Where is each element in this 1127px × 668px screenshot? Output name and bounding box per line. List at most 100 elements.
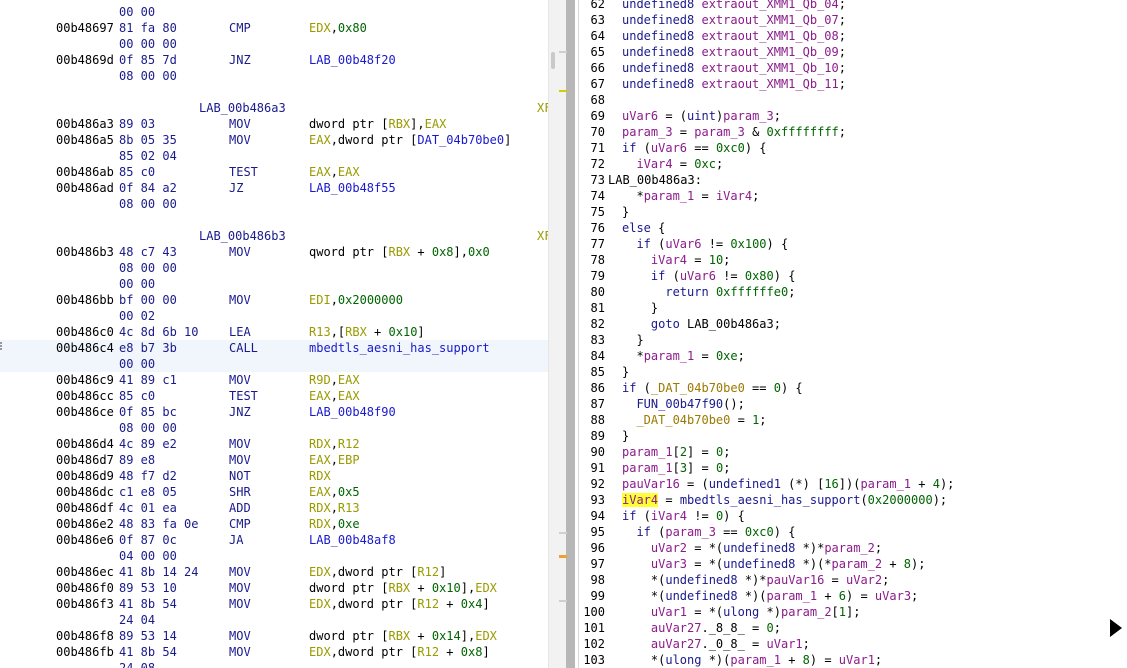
- decompiler-code[interactable]: uVar2 = *(undefined8 *)*param_2;: [622, 540, 882, 556]
- decompiler-line[interactable]: 78 iVar4 = 10;: [579, 252, 1127, 268]
- listing-operand[interactable]: EAX,EAX: [309, 164, 360, 180]
- decompiler-line[interactable]: 91 param_1[3] = 0;: [579, 460, 1127, 476]
- listing-row[interactable]: 08 00 00: [0, 260, 548, 276]
- pane-divider[interactable]: [566, 0, 575, 668]
- listing-operand[interactable]: R9D,EAX: [309, 372, 360, 388]
- decompiler-line[interactable]: 96 uVar2 = *(undefined8 *)*param_2;: [579, 540, 1127, 556]
- decompiler-code[interactable]: param_1[2] = 0;: [622, 444, 730, 460]
- decompiler-line[interactable]: 74 *param_1 = iVar4;: [579, 188, 1127, 204]
- decompiler-line[interactable]: 76 else {: [579, 220, 1127, 236]
- decompiler-code[interactable]: if (uVar6 != 0x100) {: [622, 236, 788, 252]
- decompiler-line[interactable]: 77 if (uVar6 != 0x100) {: [579, 236, 1127, 252]
- decompiler-line[interactable]: 92 pauVar16 = (undefined1 (*) [16])(param…: [579, 476, 1127, 492]
- listing-row[interactable]: 04 00 00: [0, 548, 548, 564]
- decompiler-line[interactable]: 72 iVar4 = 0xc;: [579, 156, 1127, 172]
- listing-row[interactable]: 08 00 00: [0, 68, 548, 84]
- listing-operand[interactable]: EAX,EAX: [309, 388, 360, 404]
- decompiler-line[interactable]: 102 auVar27._0_8_ = uVar1;: [579, 636, 1127, 652]
- listing-row[interactable]: 00b486c4 e8 b7 3b CALL mbedtls_aesni_has_su…: [0, 340, 548, 356]
- decompiler-line[interactable]: 64 undefined8 extraout_XMM1_Qb_08;: [579, 28, 1127, 44]
- decompiler-code[interactable]: }: [622, 300, 658, 316]
- decompiler-line[interactable]: 83 }: [579, 332, 1127, 348]
- decompiler-code[interactable]: if (param_3 == 0xc0) {: [622, 524, 795, 540]
- listing-row[interactable]: 00 00: [0, 4, 548, 20]
- decompiler-line[interactable]: 85}: [579, 364, 1127, 380]
- listing-row[interactable]: 00b486df 4c 01 ea ADD RDX,R13: [0, 500, 548, 516]
- decompiler-line[interactable]: 62 undefined8 extraout_XMM1_Qb_04;: [579, 0, 1127, 12]
- decompiler-code[interactable]: *(undefined8 *)*pauVar16 = uVar2;: [622, 572, 889, 588]
- listing-operand[interactable]: EAX,0x5: [309, 484, 360, 500]
- listing-row[interactable]: 00b486ec 41 8b 14 24 MOV EDX,dword ptr [R12…: [0, 564, 548, 580]
- decompiler-code[interactable]: FUN_00b47f90();: [622, 396, 744, 412]
- decompiler-code[interactable]: *(ulong *)(param_1 + 8) = uVar1;: [622, 652, 882, 668]
- decompiler-code[interactable]: if (iVar4 != 0) {: [622, 508, 745, 524]
- listing-operand[interactable]: LAB_00b48af8: [309, 532, 396, 548]
- decompiler-code[interactable]: undefined8 extraout_XMM1_Qb_04;: [622, 0, 846, 12]
- listing-row[interactable]: 00b486ab 85 c0 TEST EAX,EAX: [0, 164, 548, 180]
- decompiler-line[interactable]: 101 auVar27._8_8_ = 0;: [579, 620, 1127, 636]
- listing-row[interactable]: 00b486ad 0f 84 a2 JZ LAB_00b48f55: [0, 180, 548, 196]
- listing-operand[interactable]: LAB_00b48f20: [309, 52, 396, 68]
- listing-operand[interactable]: R13,[RBX + 0x10]: [309, 324, 425, 340]
- listing-row[interactable]: 00b486d4 4c 89 e2 MOV RDX,R12: [0, 436, 548, 452]
- decompiler-line[interactable]: 87 FUN_00b47f90();: [579, 396, 1127, 412]
- decompiler-line[interactable]: 95 if (param_3 == 0xc0) {: [579, 524, 1127, 540]
- decompiler-line[interactable]: 88 _DAT_04b70be0 = 1;: [579, 412, 1127, 428]
- listing-row[interactable]: [0, 84, 548, 100]
- listing-operand[interactable]: RDX: [309, 468, 331, 484]
- decompiler-line[interactable]: 103 *(ulong *)(param_1 + 8) = uVar1;: [579, 652, 1127, 668]
- listing-label-row[interactable]: LAB_00b486b3 XF: [0, 228, 548, 244]
- decompiler-line[interactable]: 89}: [579, 428, 1127, 444]
- listing-row[interactable]: 00 02: [0, 308, 548, 324]
- decompiler-code[interactable]: }: [622, 204, 629, 220]
- decompiler-line[interactable]: 86 if (_DAT_04b70be0 == 0) {: [579, 380, 1127, 396]
- decompiler-code[interactable]: auVar27._0_8_ = uVar1;: [622, 636, 810, 652]
- decompiler-code[interactable]: uVar3 = *(undefined8 *)(*param_2 + 8);: [622, 556, 926, 572]
- decompiler-line[interactable]: 69 uVar6 = (uint)param_3;: [579, 108, 1127, 124]
- listing-row[interactable]: 00b486e6 0f 87 0c JA LAB_00b48af8: [0, 532, 548, 548]
- listing-row[interactable]: 00b486d7 89 e8 MOV EAX,EBP: [0, 452, 548, 468]
- decompiler-code[interactable]: undefined8 extraout_XMM1_Qb_07;: [622, 12, 846, 28]
- listing-scrollbar-thumb[interactable]: [551, 52, 555, 69]
- decompiler-view[interactable]: 62 undefined8 extraout_XMM1_Qb_04; 63 undef…: [578, 0, 1127, 668]
- listing-operand[interactable]: EDX,dword ptr [R12 + 0x8]: [309, 644, 490, 660]
- decompiler-code[interactable]: undefined8 extraout_XMM1_Qb_11;: [622, 76, 846, 92]
- decompiler-code[interactable]: return 0xffffffe0;: [622, 284, 795, 300]
- decompiler-line[interactable]: 98 *(undefined8 *)*pauVar16 = uVar2;: [579, 572, 1127, 588]
- decompiler-code[interactable]: uVar1 = *(ulong *)param_2[1];: [622, 604, 861, 620]
- listing-operand[interactable]: EDX,0x80: [309, 20, 367, 36]
- listing-row[interactable]: 00b486f3 41 8b 54 MOV EDX,dword ptr [R12 + …: [0, 596, 548, 612]
- listing-row[interactable]: 24 08: [0, 660, 548, 668]
- decompiler-code[interactable]: }: [622, 428, 629, 444]
- listing-operand[interactable]: LAB_00b48f55: [309, 180, 396, 196]
- listing-operand[interactable]: EDI,0x2000000: [309, 292, 403, 308]
- decompiler-code[interactable]: uVar6 = (uint)param_3;: [622, 108, 781, 124]
- listing-row[interactable]: 00b486d9 48 f7 d2 NOT RDX: [0, 468, 548, 484]
- decompiler-code[interactable]: auVar27._8_8_ = 0;: [622, 620, 781, 636]
- listing-operand[interactable]: RDX,R12: [309, 436, 360, 452]
- listing-operand[interactable]: EAX,dword ptr [DAT_04b70be0]: [309, 132, 511, 148]
- listing-row[interactable]: 00b486bb bf 00 00 MOV EDI,0x2000000: [0, 292, 548, 308]
- decompiler-code[interactable]: }: [622, 332, 643, 348]
- decompiler-code[interactable]: if (_DAT_04b70be0 == 0) {: [622, 380, 803, 396]
- listing-row[interactable]: 00 00: [0, 276, 548, 292]
- listing-operand[interactable]: RDX,R13: [309, 500, 360, 516]
- decompiler-code[interactable]: if (uVar6 == 0xc0) {: [622, 140, 767, 156]
- decompiler-code[interactable]: undefined8 extraout_XMM1_Qb_10;: [622, 60, 846, 76]
- decompiler-line[interactable]: 90 param_1[2] = 0;: [579, 444, 1127, 460]
- listing-row[interactable]: 00 00 00: [0, 36, 548, 52]
- listing-xref[interactable]: XF: [537, 100, 548, 116]
- listing-label[interactable]: LAB_00b486a3: [199, 100, 286, 116]
- listing-view[interactable]: 00 00 00b48697 81 fa 80 CMP EDX,0x80 00 00 00…: [0, 0, 548, 668]
- decompiler-code[interactable]: goto LAB_00b486a3;: [622, 316, 781, 332]
- listing-row[interactable]: 00b486a3 89 03 MOV dword ptr [RBX],EAX: [0, 116, 548, 132]
- listing-row[interactable]: 00b486dc c1 e8 05 SHR EAX,0x5: [0, 484, 548, 500]
- decompiler-code[interactable]: param_1[3] = 0;: [622, 460, 730, 476]
- decompiler-line[interactable]: 70 param_3 = param_3 & 0xffffffff;: [579, 124, 1127, 140]
- listing-row[interactable]: 00b486ce 0f 85 bc JNZ LAB_00b48f90: [0, 404, 548, 420]
- listing-row[interactable]: 08 00 00: [0, 196, 548, 212]
- listing-row[interactable]: 00b486a5 8b 05 35 MOV EAX,dword ptr [DAT_04…: [0, 132, 548, 148]
- decompiler-line[interactable]: 66 undefined8 extraout_XMM1_Qb_10;: [579, 60, 1127, 76]
- decompiler-code[interactable]: else {: [622, 220, 665, 236]
- decompiler-line[interactable]: 99 *(undefined8 *)(param_1 + 6) = uVar3;: [579, 588, 1127, 604]
